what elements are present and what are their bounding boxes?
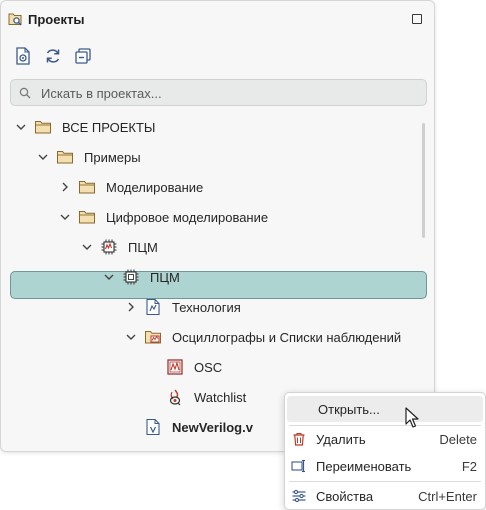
context-menu: Открыть... Удалить Delete Переименовать … — [284, 392, 486, 510]
tree-item-label: Примеры — [84, 150, 141, 165]
tree-item-label: Цифровое моделирование — [106, 210, 269, 225]
tree-item-modeling[interactable]: Моделирование — [1, 172, 436, 202]
chevron-right-icon[interactable] — [125, 301, 137, 313]
tree-item-osc[interactable]: OSC — [1, 352, 436, 382]
rename-icon — [291, 459, 305, 473]
tree-item-label: NewVerilog.v — [172, 420, 253, 435]
tree-item-label: Watchlist — [194, 390, 247, 405]
tree-item-pcm-chip[interactable]: ПЦМ — [1, 262, 436, 292]
tree-item-label: Осциллографы и Списки наблюдений — [172, 330, 402, 345]
refresh-button[interactable] — [43, 46, 63, 66]
menu-separator — [289, 481, 481, 482]
menu-item-label: Свойства — [316, 489, 374, 504]
mouse-cursor-icon — [405, 407, 419, 428]
trash-icon — [293, 432, 305, 446]
collapse-all-icon — [75, 48, 91, 64]
folder-icon — [35, 121, 51, 134]
tree-item-label: Технология — [172, 300, 241, 315]
tree-item-all-projects[interactable]: ВСЕ ПРОЕКТЫ — [1, 112, 436, 142]
tree-scrollbar[interactable] — [422, 123, 425, 238]
verilog-file-icon — [146, 418, 160, 436]
menu-item-properties[interactable]: Свойства Ctrl+Enter — [285, 483, 485, 509]
chevron-down-icon[interactable] — [81, 241, 93, 253]
folder-icon — [79, 181, 95, 194]
menu-item-shortcut: Ctrl+Enter — [418, 489, 477, 504]
refresh-icon — [46, 49, 60, 63]
menu-item-delete[interactable]: Удалить Delete — [285, 426, 485, 452]
search-box — [10, 79, 427, 106]
menu-item-rename[interactable]: Переименовать F2 — [285, 453, 485, 479]
chevron-right-icon[interactable] — [59, 181, 71, 193]
chevron-down-icon[interactable] — [103, 271, 115, 283]
menu-item-label: Переименовать — [316, 459, 412, 474]
oscilloscope-folder-icon — [145, 331, 161, 344]
tree-item-label: OSC — [194, 360, 223, 375]
tree-item-label: ПЦМ — [150, 270, 180, 285]
tree-item-examples[interactable]: Примеры — [1, 142, 436, 172]
chevron-down-icon[interactable] — [125, 331, 137, 343]
menu-item-label: Удалить — [316, 432, 366, 447]
panel-toolbar — [13, 46, 93, 68]
tree-item-label: ПЦМ — [128, 240, 158, 255]
watchlist-icon — [169, 389, 181, 406]
search-input[interactable] — [41, 84, 421, 102]
chip-icon — [123, 269, 139, 285]
chevron-down-icon[interactable] — [59, 211, 71, 223]
chevron-down-icon[interactable] — [15, 121, 27, 133]
tree-item-label: Моделирование — [106, 180, 204, 195]
tree-item-digital-modeling[interactable]: Цифровое моделирование — [1, 202, 436, 232]
menu-item-shortcut: Delete — [439, 432, 477, 447]
menu-item-label: Открыть... — [318, 402, 380, 417]
tree-item-oscilloscopes-watchlists[interactable]: Осциллографы и Списки наблюдений — [1, 322, 436, 352]
panel-title: Проекты — [28, 12, 85, 27]
tree-item-label: ВСЕ ПРОЕКТЫ — [62, 120, 156, 135]
projects-panel: Проекты Искать в проектах... ВСЕ ПРОЕКТЫ… — [0, 0, 435, 452]
new-project-icon — [16, 47, 30, 65]
oscilloscope-icon — [167, 359, 183, 375]
folder-icon — [79, 211, 95, 224]
menu-item-shortcut: F2 — [461, 459, 477, 474]
search-icon — [19, 87, 31, 99]
tree-item-technology[interactable]: Технология — [1, 292, 436, 322]
tree-item-pcm-project[interactable]: ПЦМ — [1, 232, 436, 262]
projects-search-icon — [8, 13, 22, 26]
collapse-all-button[interactable] — [73, 46, 93, 66]
chip-project-icon — [101, 239, 117, 255]
technology-file-icon — [146, 298, 160, 316]
panel-header: Проекты — [1, 1, 434, 37]
properties-icon — [292, 489, 306, 503]
folder-icon — [57, 151, 73, 164]
chevron-down-icon[interactable] — [37, 151, 49, 163]
menu-item-open[interactable]: Открыть... — [287, 396, 483, 422]
maximize-icon[interactable] — [412, 14, 422, 24]
new-project-button[interactable] — [13, 46, 33, 66]
